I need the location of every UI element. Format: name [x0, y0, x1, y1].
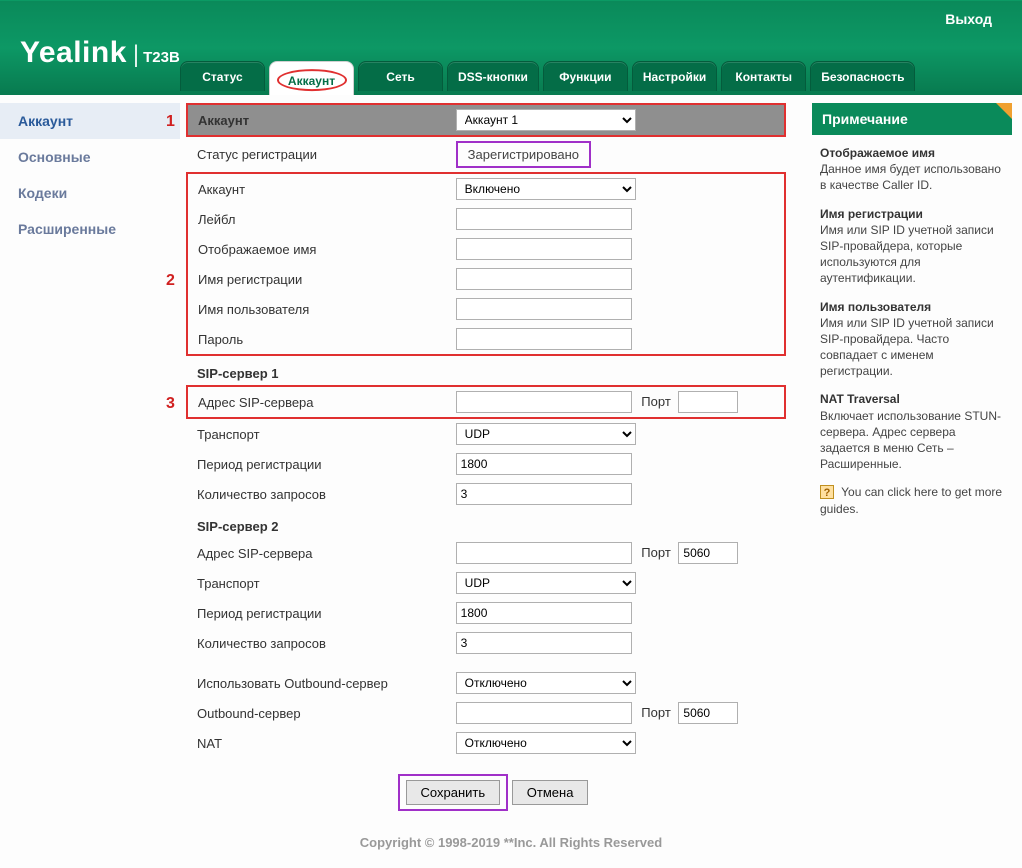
sip2-regperiod-label: Период регистрации — [187, 598, 450, 628]
sip1-addr-label: Адрес SIP-сервера — [198, 395, 314, 410]
note-user-name-h: Имя пользователя — [820, 300, 931, 314]
buttons-row: Сохранить Отмена — [186, 758, 800, 817]
top-nav: Статус Аккаунт Сеть DSS-кнопки Функции Н… — [180, 61, 915, 95]
outbound-port-label: Порт — [641, 705, 670, 720]
note-user-name-t: Имя или SIP ID учетной записи SIP-провай… — [820, 316, 994, 379]
sip1-addr-input[interactable] — [456, 391, 632, 413]
sip2-reqcount-input[interactable] — [456, 632, 632, 654]
sip1-port-label: Порт — [641, 394, 670, 409]
row-account-head-label: Аккаунт — [198, 113, 249, 128]
header: Выход Yealink | T23B Статус Аккаунт Сеть… — [0, 0, 1022, 95]
nat-select[interactable]: Отключено — [456, 732, 636, 754]
annotation-marker-1: 1 — [166, 113, 175, 131]
user-name-input[interactable] — [456, 298, 632, 320]
sidebar-item-advanced[interactable]: Расширенные — [0, 211, 180, 247]
note-nat-h: NAT Traversal — [820, 392, 900, 406]
logo: Yealink | T23B — [20, 36, 180, 70]
display-name-input[interactable] — [456, 238, 632, 260]
nat-label: NAT — [187, 728, 450, 758]
annotation-marker-3: 3 — [166, 395, 175, 413]
reg-status-label: Статус регистрации — [187, 136, 450, 173]
label-input[interactable] — [456, 208, 632, 230]
outbound-use-select[interactable]: Отключено — [456, 672, 636, 694]
register-name-input[interactable] — [456, 268, 632, 290]
password-label: Пароль — [187, 324, 450, 355]
sip1-port-input[interactable] — [678, 391, 738, 413]
tab-security[interactable]: Безопасность — [810, 61, 915, 91]
sip2-transport-label: Транспорт — [187, 568, 450, 598]
sip2-addr-input[interactable] — [456, 542, 632, 564]
annotation-save-highlight: Сохранить — [398, 774, 509, 811]
note-title: Примечание — [812, 103, 1012, 135]
outbound-srv-input[interactable] — [456, 702, 632, 724]
sip2-port-label: Порт — [641, 545, 670, 560]
reg-status-value: Зарегистрировано — [456, 141, 591, 168]
sip1-reqcount-label: Количество запросов — [187, 479, 450, 509]
note-display-name-h: Отображаемое имя — [820, 146, 935, 160]
tab-account[interactable]: Аккаунт — [269, 61, 354, 95]
account-enable-select[interactable]: Включено — [456, 178, 636, 200]
tab-status[interactable]: Статус — [180, 61, 265, 91]
note-panel: Примечание Отображаемое имя Данное имя б… — [812, 103, 1012, 825]
display-name-label: Отображаемое имя — [187, 234, 450, 264]
outbound-use-label: Использовать Outbound-сервер — [187, 668, 450, 698]
logout-link[interactable]: Выход — [945, 11, 992, 27]
label-label: Лейбл — [187, 204, 450, 234]
sip1-regperiod-label: Период регистрации — [187, 449, 450, 479]
logo-brand: Yealink — [20, 36, 127, 70]
sip2-transport-select[interactable]: UDP — [456, 572, 636, 594]
tab-settings[interactable]: Настройки — [632, 61, 717, 91]
annotation-marker-2: 2 — [166, 272, 175, 290]
sip2-port-input[interactable] — [678, 542, 738, 564]
cancel-button[interactable]: Отмена — [512, 780, 589, 805]
password-input[interactable] — [456, 328, 632, 350]
logo-model: T23B — [143, 49, 180, 66]
sip2-regperiod-input[interactable] — [456, 602, 632, 624]
sip1-heading: SIP-сервер 1 — [187, 355, 785, 386]
sidebar-item-account[interactable]: Аккаунт — [0, 103, 180, 139]
account-select[interactable]: Аккаунт 1 — [456, 109, 636, 131]
sip1-regperiod-input[interactable] — [456, 453, 632, 475]
sip2-heading: SIP-сервер 2 — [187, 509, 785, 538]
tab-features[interactable]: Функции — [543, 61, 628, 91]
main-form: 1 Аккаунт Аккаунт 1 Статус регистрации З… — [180, 95, 806, 825]
sip1-transport-label: Транспорт — [187, 418, 450, 449]
tab-account-label: Аккаунт — [288, 74, 335, 88]
note-nat-t: Включает использование STUN-сервера. Адр… — [820, 409, 1001, 472]
tab-contacts[interactable]: Контакты — [721, 61, 806, 91]
sip1-reqcount-input[interactable] — [456, 483, 632, 505]
note-reg-name-h: Имя регистрации — [820, 207, 923, 221]
sip2-addr-label: Адрес SIP-сервера — [187, 538, 450, 568]
outbound-port-input[interactable] — [678, 702, 738, 724]
sip2-reqcount-label: Количество запросов — [187, 628, 450, 658]
footer: Copyright © 1998-2019 **Inc. All Rights … — [0, 825, 1022, 868]
sidebar: Аккаунт Основные Кодеки Расширенные — [0, 95, 180, 825]
question-icon: ? — [820, 485, 834, 499]
logo-separator: | — [133, 41, 139, 69]
sidebar-item-basic[interactable]: Основные — [0, 139, 180, 175]
note-help-link[interactable]: You can click here to get more guides. — [820, 485, 1002, 515]
save-button[interactable]: Сохранить — [406, 780, 501, 805]
account-enable-label: Аккаунт — [198, 182, 245, 197]
register-name-label: Имя регистрации — [198, 272, 302, 287]
sip1-transport-select[interactable]: UDP — [456, 423, 636, 445]
sidebar-item-codecs[interactable]: Кодеки — [0, 175, 180, 211]
note-reg-name-t: Имя или SIP ID учетной записи SIP-провай… — [820, 223, 994, 286]
note-display-name-t: Данное имя будет использовано в качестве… — [820, 162, 1001, 192]
user-name-label: Имя пользователя — [187, 294, 450, 324]
tab-dss[interactable]: DSS-кнопки — [447, 61, 539, 91]
outbound-srv-label: Outbound-сервер — [187, 698, 450, 728]
tab-network[interactable]: Сеть — [358, 61, 443, 91]
